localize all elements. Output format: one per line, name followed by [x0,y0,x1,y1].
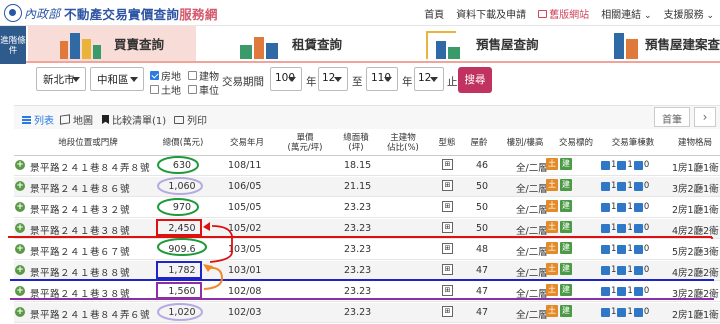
annotation-circle-lavender-2 [157,303,203,321]
annotation-circle-green-2 [157,198,199,216]
annotation-overlay [8,156,714,321]
annotation-arrow-orange [203,266,224,290]
annotation-circle-lavender-1 [157,177,203,195]
annotation-box-blue [156,261,202,279]
annotation-box-purple [156,282,202,299]
annotation-arrow-red [209,225,713,263]
annotation-arrow-red-head [203,222,210,231]
annotation-circle-green-1 [157,156,199,174]
annotation-circle-green-3 [157,238,207,256]
annotation-box-red [156,219,202,236]
